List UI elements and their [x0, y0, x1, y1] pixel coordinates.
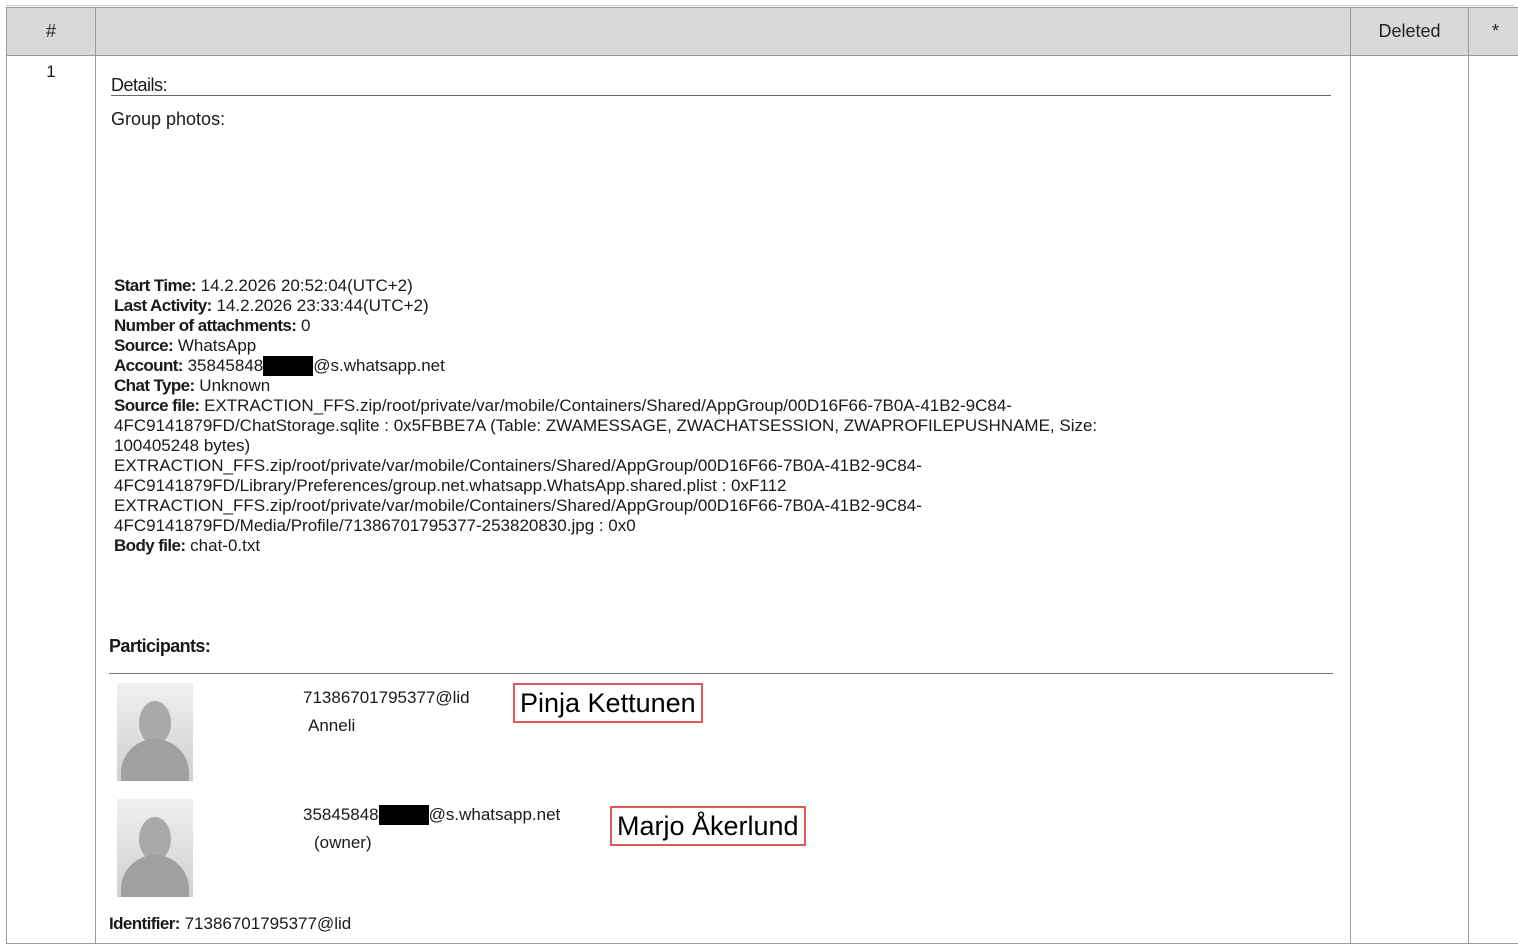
table-row[interactable]: 1 Details: Group photos: Start Time: 14.… [7, 56, 1518, 944]
name-callout: Pinja Kettunen [513, 683, 703, 723]
header-main[interactable] [96, 8, 1351, 56]
participants-divider [109, 673, 1333, 674]
source-file-line: EXTRACTION_FFS.zip/root/private/var/mobi… [114, 496, 1314, 516]
participant-id: 71386701795377@lid [303, 688, 470, 708]
chat-report-table: # Deleted * 1 Details: Group photos: Sta… [6, 7, 1518, 944]
source-file-line: 4FC9141879FD/Media/Profile/7138670179537… [114, 516, 1314, 536]
details-heading: Details: [111, 75, 1331, 96]
body-file-line: Body file: chat-0.txt [114, 536, 1314, 556]
last-activity-line: Last Activity: 14.2.2026 23:33:44(UTC+2) [114, 296, 1314, 316]
source-file-line: 4FC9141879FD/ChatStorage.sqlite : 0x5FBB… [114, 416, 1314, 436]
start-time-line: Start Time: 14.2.2026 20:52:04(UTC+2) [114, 276, 1314, 296]
source-file-line: 4FC9141879FD/Library/Preferences/group.n… [114, 476, 1314, 496]
row-details-cell: Details: Group photos: Start Time: 14.2.… [96, 56, 1351, 944]
account-line: Account: 35845848@s.whatsapp.net [114, 356, 1314, 376]
participant-id: 35845848@s.whatsapp.net [303, 805, 560, 825]
source-file-line: Source file: EXTRACTION_FFS.zip/root/pri… [114, 396, 1314, 416]
avatar [117, 799, 193, 897]
avatar [117, 683, 193, 781]
group-photos-label: Group photos: [111, 109, 225, 130]
participants-heading: Participants: [109, 636, 210, 657]
top-border-line [6, 5, 1514, 6]
row-star-cell [1469, 56, 1518, 944]
attachments-line: Number of attachments: 0 [114, 316, 1314, 336]
header-star[interactable]: * [1469, 8, 1518, 56]
source-file-line: 100405248 bytes) [114, 436, 1314, 456]
row-deleted-cell [1351, 56, 1469, 944]
name-callout: Marjo Åkerlund [610, 806, 806, 846]
header-number[interactable]: # [7, 8, 96, 56]
source-line: Source: WhatsApp [114, 336, 1314, 356]
participant-name: Anneli [308, 716, 355, 736]
source-file-line: EXTRACTION_FFS.zip/root/private/var/mobi… [114, 456, 1314, 476]
identifier-line: Identifier: 71386701795377@lid [109, 914, 351, 934]
redaction-box [263, 356, 313, 376]
chat-type-line: Chat Type: Unknown [114, 376, 1314, 396]
table-header-row: # Deleted * [7, 8, 1518, 56]
redaction-box [379, 805, 429, 825]
participant-name: (owner) [314, 833, 372, 853]
row-number: 1 [7, 56, 96, 944]
header-deleted[interactable]: Deleted [1351, 8, 1469, 56]
chat-metadata: Start Time: 14.2.2026 20:52:04(UTC+2) La… [114, 276, 1314, 556]
